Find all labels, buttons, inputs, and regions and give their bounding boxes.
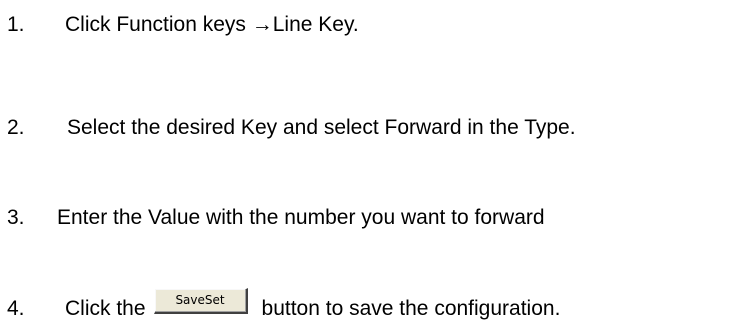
step-text-after: button to save the configuration. xyxy=(261,297,561,320)
step-number: 2. xyxy=(7,116,25,139)
step-text: Click the SaveSet button to save the confi… xyxy=(65,288,561,322)
step-text: Select the desired Key and select Forwar… xyxy=(67,116,576,139)
step-number: 3. xyxy=(7,206,25,229)
step-number: 1. xyxy=(7,13,25,36)
step-text: Enter the Value with the number you want… xyxy=(57,206,545,229)
saveset-button[interactable]: SaveSet xyxy=(153,288,248,315)
step-text-before: Click the xyxy=(65,297,146,320)
step-number: 4. xyxy=(7,297,25,320)
step-text: Click Function keys →Line Key. xyxy=(65,13,359,36)
